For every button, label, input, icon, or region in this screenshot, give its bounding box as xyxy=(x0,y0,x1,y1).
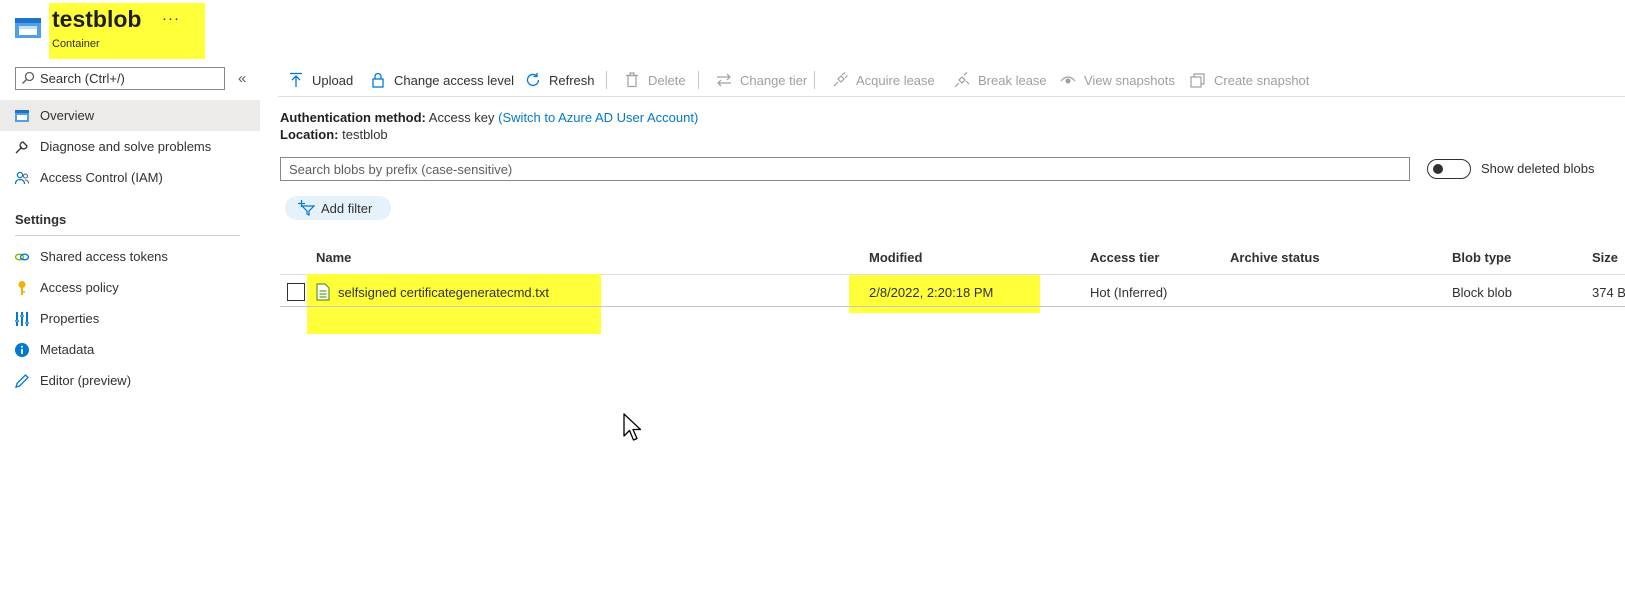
search-icon xyxy=(22,71,35,84)
table-row-divider xyxy=(280,306,1625,307)
sidebar-search-placeholder: Search (Ctrl+/) xyxy=(40,71,125,86)
wrench-icon xyxy=(15,141,28,154)
column-header-blob-type[interactable]: Blob type xyxy=(1452,250,1511,265)
unplug-icon xyxy=(954,72,970,88)
eye-icon xyxy=(1060,76,1076,84)
sidebar-item-label: Metadata xyxy=(40,342,95,357)
auth-method-value: Access key xyxy=(428,110,495,125)
show-deleted-blobs-label: Show deleted blobs xyxy=(1481,161,1595,176)
view-snapshots-label: View snapshots xyxy=(1084,72,1175,88)
page-subtitle: Container xyxy=(52,38,100,50)
change-access-level-label: Change access level xyxy=(394,72,514,88)
row-checkbox[interactable] xyxy=(287,283,305,301)
acquire-lease-button[interactable]: Acquire lease xyxy=(832,66,935,94)
auth-method-label: Authentication method: xyxy=(280,110,426,125)
create-snapshot-button[interactable]: Create snapshot xyxy=(1190,66,1309,94)
snapshot-icon xyxy=(1190,73,1205,88)
sidebar-item-label: Editor (preview) xyxy=(40,373,132,388)
change-access-level-button[interactable]: Change access level xyxy=(370,66,514,94)
blob-prefix-search-placeholder: Search blobs by prefix (case-sensitive) xyxy=(289,162,513,177)
delete-button[interactable]: Delete xyxy=(624,66,686,94)
sidebar-search-input[interactable]: Search (Ctrl+/) xyxy=(15,67,225,90)
change-tier-label: Change tier xyxy=(740,72,808,88)
switch-auth-link[interactable]: (Switch to Azure AD User Account) xyxy=(498,110,698,125)
settings-section-title: Settings xyxy=(15,212,67,227)
refresh-icon xyxy=(526,73,540,87)
create-snapshot-label: Create snapshot xyxy=(1214,72,1310,88)
column-header-name[interactable]: Name xyxy=(316,250,351,265)
toolbar-separator xyxy=(606,71,607,89)
text-file-icon xyxy=(316,283,330,301)
sidebar-item-label: Shared access tokens xyxy=(40,249,168,264)
add-filter-label: Add filter xyxy=(321,200,373,216)
location-label: Location: xyxy=(280,127,339,142)
column-header-archive-status[interactable]: Archive status xyxy=(1230,250,1320,265)
lock-icon xyxy=(372,72,384,88)
container-icon xyxy=(15,110,29,122)
trash-icon xyxy=(626,72,638,88)
column-header-size[interactable]: Size xyxy=(1592,250,1618,265)
sidebar-item-editor[interactable]: Editor (preview) xyxy=(0,365,260,396)
location-value: testblob xyxy=(342,127,388,142)
page-title: testblob xyxy=(52,6,142,32)
sidebar-item-iam[interactable]: Access Control (IAM) xyxy=(0,162,260,193)
refresh-button[interactable]: Refresh xyxy=(525,66,595,94)
toolbar-separator xyxy=(814,71,815,89)
sidebar-item-properties[interactable]: Properties xyxy=(0,303,260,334)
collapse-sidebar-button[interactable]: « xyxy=(238,70,246,87)
key-icon xyxy=(18,281,26,295)
upload-icon xyxy=(290,72,302,87)
name-highlight xyxy=(307,274,601,334)
blob-size: 374 B xyxy=(1592,285,1625,300)
filter-add-icon xyxy=(298,200,315,216)
sidebar-item-shared-access-tokens[interactable]: Shared access tokens xyxy=(0,241,260,272)
break-lease-label: Break lease xyxy=(978,72,1047,88)
sidebar-item-label: Properties xyxy=(40,311,100,326)
section-divider xyxy=(15,235,240,236)
mouse-cursor-icon xyxy=(623,413,642,441)
toolbar-separator xyxy=(698,71,699,89)
acquire-lease-label: Acquire lease xyxy=(856,72,935,88)
sidebar-item-access-policy[interactable]: Access policy xyxy=(0,272,260,303)
upload-button[interactable]: Upload xyxy=(288,66,353,94)
sidebar-item-diagnose[interactable]: Diagnose and solve problems xyxy=(0,131,260,162)
location-line: Location: testblob xyxy=(280,127,388,142)
toolbar-divider xyxy=(278,96,1625,97)
auth-method-line: Authentication method: Access key (Switc… xyxy=(280,110,698,125)
upload-label: Upload xyxy=(312,72,354,88)
container-icon xyxy=(15,18,41,38)
column-header-access-tier[interactable]: Access tier xyxy=(1090,250,1159,265)
change-tier-button[interactable]: Change tier xyxy=(716,66,807,94)
sidebar-item-label: Overview xyxy=(40,108,95,123)
add-filter-button[interactable]: Add filter xyxy=(285,196,391,220)
delete-label: Delete xyxy=(648,72,686,88)
people-icon xyxy=(14,171,30,185)
show-deleted-blobs-toggle[interactable] xyxy=(1427,159,1471,179)
toggle-knob xyxy=(1433,164,1443,174)
sidebar-item-metadata[interactable]: Metadata xyxy=(0,334,260,365)
swap-icon xyxy=(717,73,731,87)
link-icon xyxy=(14,253,30,261)
sidebar-item-label: Diagnose and solve problems xyxy=(40,139,212,154)
info-icon xyxy=(15,343,29,357)
view-snapshots-button[interactable]: View snapshots xyxy=(1060,66,1175,94)
column-header-modified[interactable]: Modified xyxy=(869,250,922,265)
blob-prefix-search-input[interactable]: Search blobs by prefix (case-sensitive) xyxy=(280,157,1410,181)
pencil-icon xyxy=(15,374,29,388)
blob-modified: 2/8/2022, 2:20:18 PM xyxy=(869,285,994,300)
blob-access-tier: Hot (Inferred) xyxy=(1090,285,1168,300)
break-lease-button[interactable]: Break lease xyxy=(954,66,1047,94)
blob-type: Block blob xyxy=(1452,285,1512,300)
sidebar-item-overview[interactable]: Overview xyxy=(0,100,260,131)
plug-icon xyxy=(833,72,848,87)
more-options-button[interactable]: ··· xyxy=(162,10,180,27)
sidebar-item-label: Access Control (IAM) xyxy=(40,170,163,185)
blob-name-link[interactable]: selfsigned certificategeneratecmd.txt xyxy=(338,285,549,300)
sidebar-item-label: Access policy xyxy=(40,280,119,295)
properties-icon xyxy=(15,312,29,326)
refresh-label: Refresh xyxy=(549,72,595,88)
